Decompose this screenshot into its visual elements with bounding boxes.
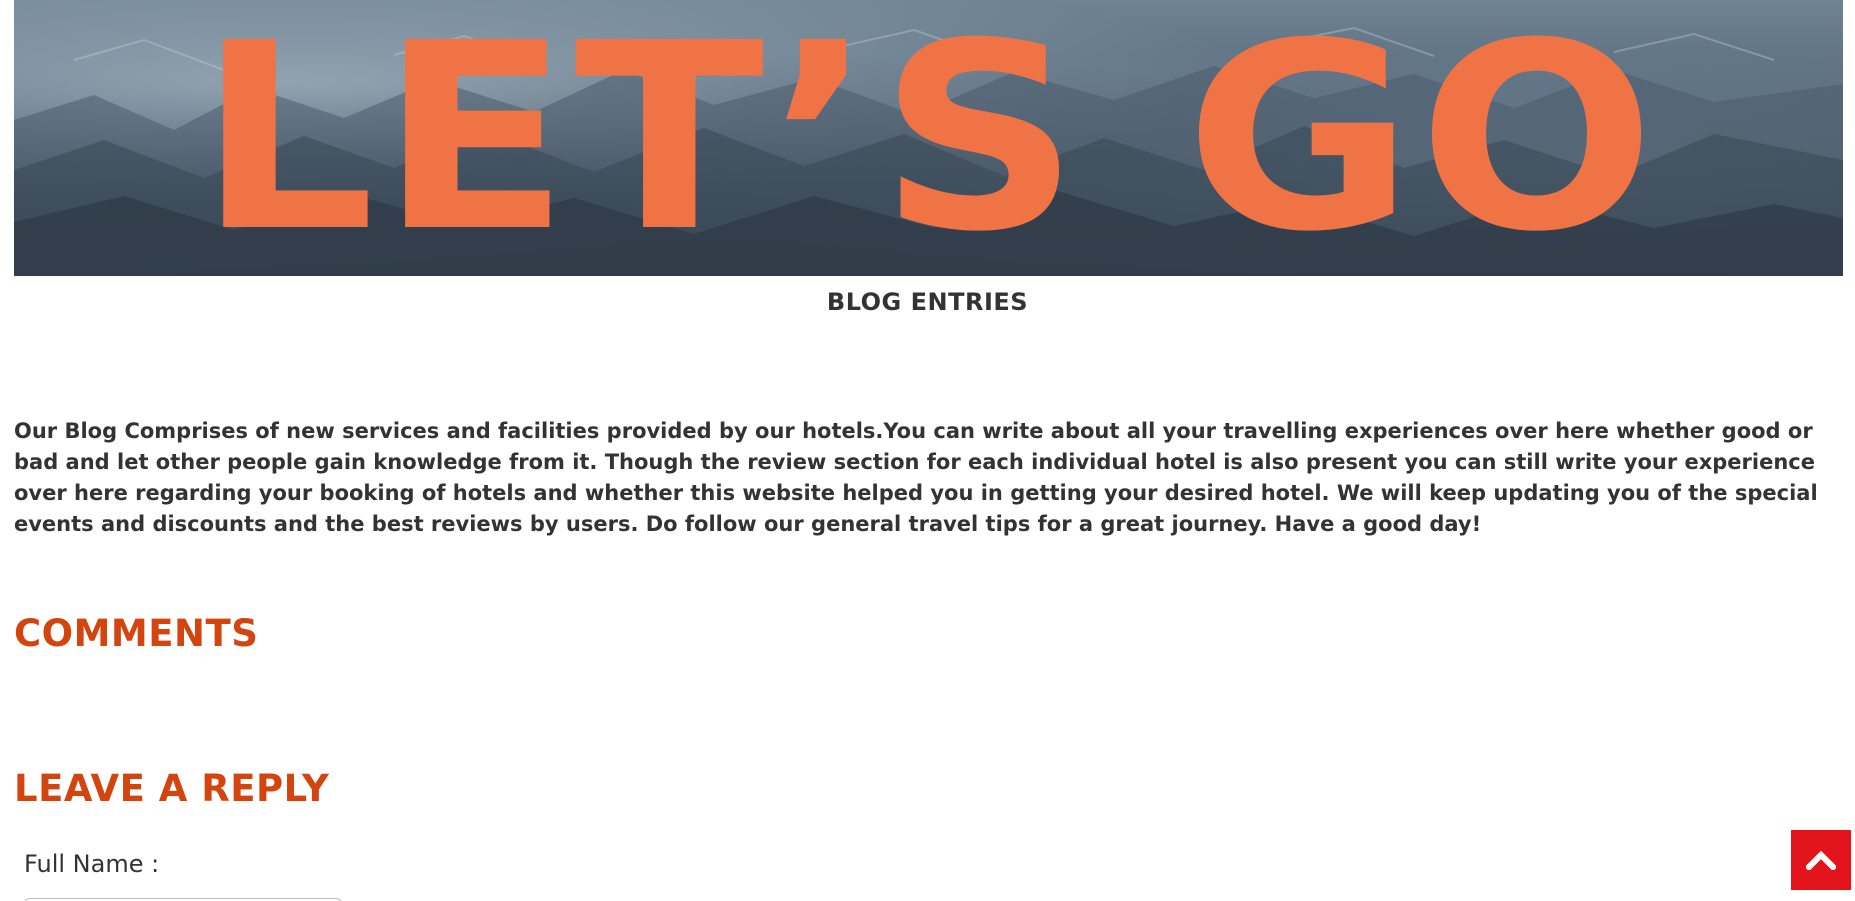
chevron-up-icon bbox=[1806, 850, 1836, 870]
comments-heading: COMMENTS bbox=[14, 612, 259, 655]
scroll-to-top-button[interactable] bbox=[1790, 829, 1852, 891]
full-name-label: Full Name : bbox=[24, 850, 160, 878]
leave-a-reply-heading: LEAVE A REPLY bbox=[14, 767, 330, 810]
blog-page: LET’S GO BLOG ENTRIES Our Blog Comprises… bbox=[0, 0, 1855, 901]
hero-banner: LET’S GO bbox=[14, 0, 1843, 276]
blog-intro-text: Our Blog Comprises of new services and f… bbox=[14, 419, 1818, 536]
blog-entries-heading: BLOG ENTRIES bbox=[826, 288, 1029, 316]
hero-title: LET’S GO bbox=[197, 0, 1660, 276]
